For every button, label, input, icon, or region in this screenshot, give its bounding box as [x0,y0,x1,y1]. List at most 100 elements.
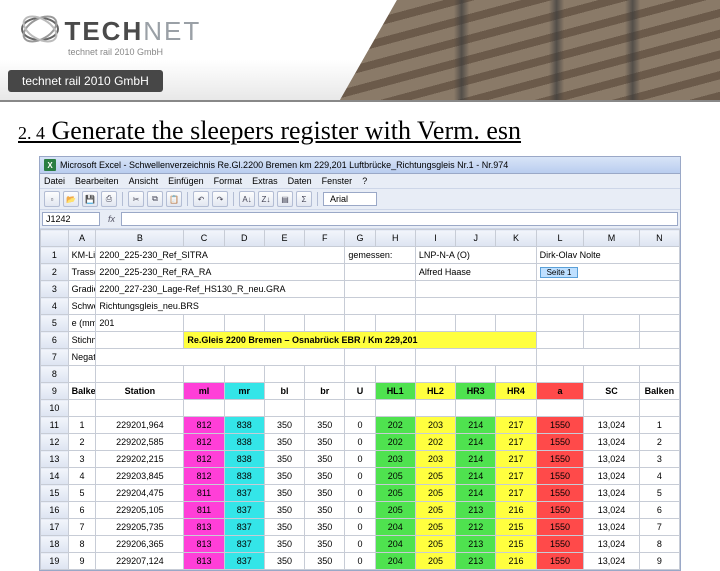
data-cell[interactable]: 205 [415,553,455,570]
data-cell[interactable]: 13,024 [584,451,639,468]
cell[interactable] [68,366,96,383]
data-cell[interactable]: 811 [184,485,224,502]
cell[interactable] [345,366,375,383]
data-cell[interactable]: 813 [184,519,224,536]
data-cell[interactable]: 0 [345,434,375,451]
data-cell[interactable]: 229205,105 [96,502,184,519]
data-cell[interactable]: 0 [345,468,375,485]
data-cell[interactable]: 350 [264,451,304,468]
cell[interactable] [536,281,679,298]
cell[interactable] [536,298,679,315]
cell[interactable] [536,315,584,332]
data-cell[interactable]: 205 [415,468,455,485]
column-header[interactable] [41,230,69,247]
data-cell[interactable]: 812 [184,417,224,434]
data-cell[interactable]: 5 [639,485,679,502]
table-header-cell[interactable]: HL1 [375,383,415,400]
data-cell[interactable]: 205 [415,536,455,553]
cell[interactable]: 2200_225-230_Ref_RA_RA [96,264,345,281]
data-cell[interactable]: 3 [639,451,679,468]
data-cell[interactable]: 5 [68,485,96,502]
cell[interactable] [415,298,536,315]
data-cell[interactable]: 214 [456,434,496,451]
data-cell[interactable]: 350 [305,553,345,570]
data-cell[interactable]: 0 [345,519,375,536]
cell[interactable] [305,366,345,383]
cell[interactable] [345,400,375,417]
data-cell[interactable]: 202 [375,417,415,434]
cell[interactable] [584,400,639,417]
data-cell[interactable]: 212 [456,519,496,536]
cell[interactable]: Schwellendatei: [68,298,96,315]
row-header[interactable]: 9 [41,383,69,400]
data-cell[interactable]: 350 [264,536,304,553]
data-cell[interactable]: 229202,215 [96,451,184,468]
column-header[interactable]: C [184,230,224,247]
column-header[interactable]: N [639,230,679,247]
cell[interactable] [345,264,415,281]
cell[interactable] [584,332,639,349]
track-title-cell[interactable]: Re.Gleis 2200 Bremen – Osnabrück EBR / K… [184,332,536,349]
cell[interactable]: Alfred Haase [415,264,536,281]
data-cell[interactable]: 0 [345,536,375,553]
column-header[interactable]: D [224,230,264,247]
data-cell[interactable]: 213 [456,553,496,570]
data-cell[interactable]: 229205,735 [96,519,184,536]
data-cell[interactable]: 216 [496,502,536,519]
cell[interactable] [415,315,455,332]
formula-bar[interactable] [121,212,678,226]
data-cell[interactable]: 812 [184,434,224,451]
data-cell[interactable]: 837 [224,485,264,502]
data-cell[interactable]: 229204,475 [96,485,184,502]
data-cell[interactable]: 13,024 [584,468,639,485]
menu-item[interactable]: Fenster [322,176,353,186]
data-cell[interactable]: 811 [184,502,224,519]
cell[interactable] [456,400,496,417]
cell[interactable] [536,366,584,383]
data-cell[interactable]: 13,024 [584,502,639,519]
data-cell[interactable]: 812 [184,468,224,485]
data-cell[interactable]: 205 [415,502,455,519]
data-cell[interactable]: 214 [456,468,496,485]
row-header[interactable]: 1 [41,247,69,264]
cell[interactable]: 2200_225-230_Ref_SITRA [96,247,345,264]
cell[interactable] [456,315,496,332]
column-header[interactable]: A [68,230,96,247]
cell[interactable] [415,400,455,417]
cell[interactable] [96,349,345,366]
data-cell[interactable]: 1 [68,417,96,434]
table-header-cell[interactable]: Station [96,383,184,400]
cell[interactable] [639,315,679,332]
cell[interactable]: Gradiente: [68,281,96,298]
cell[interactable] [305,400,345,417]
data-cell[interactable]: 229206,365 [96,536,184,553]
data-cell[interactable]: 204 [375,553,415,570]
column-header[interactable]: J [456,230,496,247]
row-header[interactable]: 14 [41,468,69,485]
name-box[interactable]: J1242 [42,212,100,226]
data-cell[interactable]: 13,024 [584,434,639,451]
table-header-cell[interactable]: HR4 [496,383,536,400]
cell[interactable] [375,400,415,417]
data-cell[interactable]: 2 [639,434,679,451]
data-cell[interactable]: 6 [68,502,96,519]
cell[interactable]: gemessen: [345,247,415,264]
data-cell[interactable]: 7 [68,519,96,536]
data-cell[interactable]: 13,024 [584,536,639,553]
menu-item[interactable]: Format [214,176,243,186]
data-cell[interactable]: 217 [496,434,536,451]
cell[interactable] [415,349,536,366]
chart-icon[interactable]: ▤ [277,191,293,207]
cell[interactable] [264,366,304,383]
cell[interactable]: LNP-N-A (O) [415,247,536,264]
data-cell[interactable]: 9 [639,553,679,570]
data-cell[interactable]: 350 [264,434,304,451]
cell[interactable]: e (mm): [68,315,96,332]
data-cell[interactable]: 217 [496,451,536,468]
data-cell[interactable]: 217 [496,468,536,485]
data-cell[interactable]: 1550 [536,553,584,570]
data-cell[interactable]: 6 [639,502,679,519]
data-cell[interactable]: 1550 [536,536,584,553]
data-cell[interactable]: 203 [375,451,415,468]
cut-icon[interactable]: ✂ [128,191,144,207]
